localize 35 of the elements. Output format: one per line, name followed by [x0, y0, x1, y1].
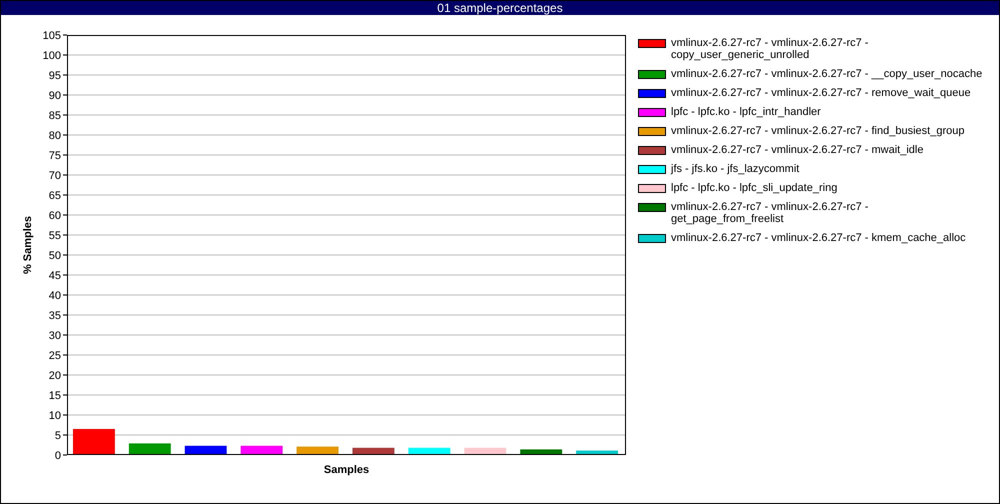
axis-tick-label: 95 [48, 70, 61, 82]
axis-tick-label: 90 [48, 90, 61, 102]
legend-label: vmlinux-2.6.27-rc7 - vmlinux-2.6.27-rc7 - kmem_cache_alloc [671, 232, 967, 244]
axis-tick-label: 105 [42, 30, 61, 42]
axis-tick-label: 100 [42, 50, 61, 62]
axis-tick-label: 40 [48, 290, 61, 302]
axis-tick-label: 5 [54, 430, 61, 442]
legend-label: jfs - jfs.ko - jfs_lazycommit [671, 163, 800, 175]
axis-tick-label: 30 [48, 330, 61, 342]
axis-tick-label: 80 [48, 130, 61, 142]
axis-tick-label: 55 [48, 230, 61, 242]
axis-tick-label: 45 [48, 270, 61, 282]
axis-tick-label: 25 [48, 350, 61, 362]
y-axis-label: % Samples [22, 216, 34, 274]
legend-label: vmlinux-2.6.27-rc7 - vmlinux-2.6.27-rc7 - mwait_idle [671, 144, 924, 156]
legend-label: lpfc - lpfc.ko - lpfc_sli_update_ring [671, 182, 838, 194]
axis-tick-label: 85 [48, 110, 61, 122]
axis-tick-label: 65 [48, 190, 61, 202]
title-bar: 01 sample-percentages [1, 1, 999, 15]
legend-label: vmlinux-2.6.27-rc7 - vmlinux-2.6.27-rc7 - get_page_from_freelist [671, 201, 870, 225]
axis-tick-label: 50 [48, 250, 61, 262]
axis-tick-label: 20 [48, 370, 61, 382]
legend-label: vmlinux-2.6.27-rc7 - vmlinux-2.6.27-rc7 - copy_user_generic_unrolled [671, 37, 870, 61]
x-axis-label: Samples [324, 464, 370, 476]
axis-tick-label: 15 [48, 390, 61, 402]
legend-label: vmlinux-2.6.27-rc7 - vmlinux-2.6.27-rc7 - remove_wait_queue [671, 87, 972, 99]
axis-tick-label: 0 [54, 450, 61, 462]
legend-label: vmlinux-2.6.27-rc7 - vmlinux-2.6.27-rc7 - find_busiest_group [671, 125, 966, 137]
axis-tick-label: 75 [48, 150, 61, 162]
axis-tick-label: 35 [48, 310, 61, 322]
axis-tick-label: 10 [48, 410, 61, 422]
axis-tick-label: 70 [48, 170, 61, 182]
axis-tick-label: 60 [48, 210, 61, 222]
legend-label: lpfc - lpfc.ko - lpfc_intr_handler [671, 106, 822, 118]
legend-label: vmlinux-2.6.27-rc7 - vmlinux-2.6.27-rc7 - __copy_user_nocache [671, 68, 983, 80]
